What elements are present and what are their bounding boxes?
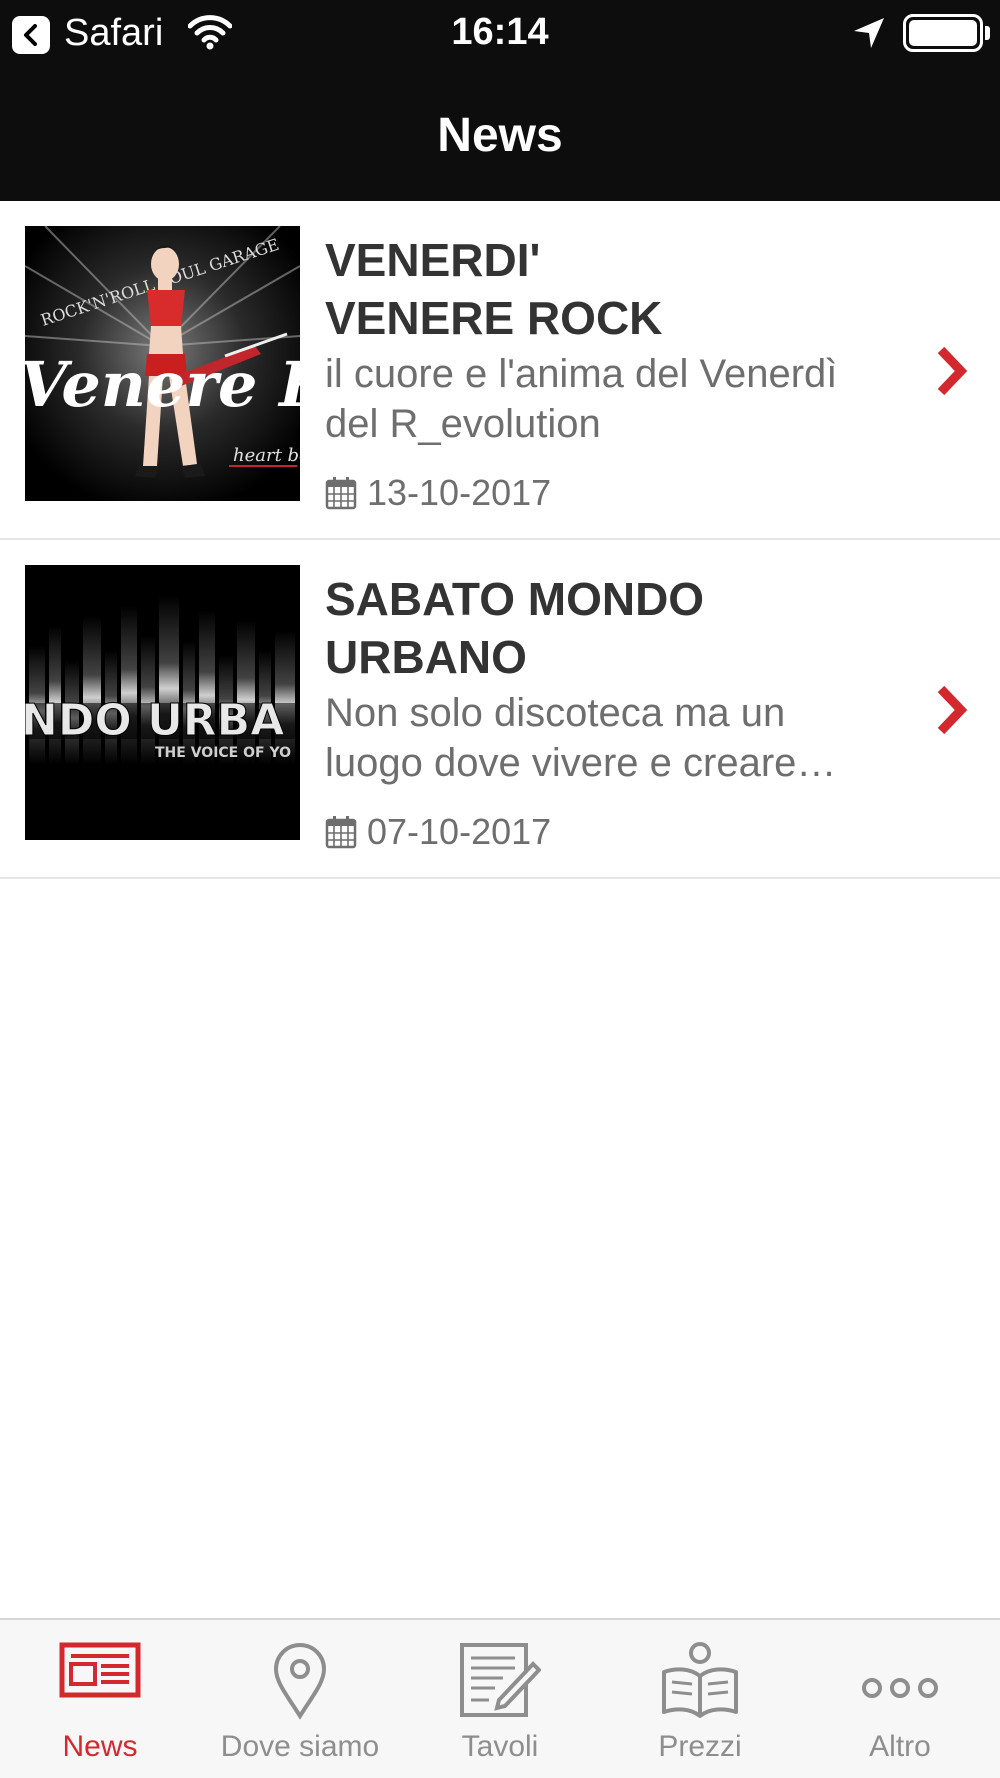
tab-label: Prezzi [658,1730,742,1763]
svg-text:THE VOICE OF YO: THE VOICE OF YO [155,745,291,761]
battery-tip [985,26,990,40]
location-arrow-icon [854,18,884,48]
open-book-icon [662,1642,738,1718]
news-description-line: Non solo discoteca ma un [325,691,786,735]
news-thumbnail: ROCK'N'ROLL SOUL GARAGE Venere Rock hear… [25,226,300,501]
tab-tavoli[interactable]: Tavoli [400,1620,600,1778]
tab-label: Altro [869,1730,931,1763]
news-description: Non solo discoteca ma un luogo dove vive… [325,688,905,788]
tab-bar: News Dove siamo Tavoli Prezzi Altro [0,1618,1000,1778]
news-date: 13-10-2017 [367,472,552,513]
calendar-icon [325,816,357,849]
tab-label: News [62,1730,138,1763]
news-title-line: VENERDI' [325,234,541,286]
news-description-line: del R_evolution [325,402,601,446]
tab-label: Tavoli [461,1730,539,1763]
tab-label: Dove siamo [220,1730,380,1763]
news-title-line: VENERE ROCK [325,292,663,344]
edit-note-icon [460,1643,541,1717]
news-date-row: 07-10-2017 [325,810,551,854]
tab-news[interactable]: News [0,1620,200,1778]
news-item[interactable]: NDO URBA THE VOICE OF YO SABATO MONDO UR… [0,540,1000,879]
page-title: News [437,109,563,162]
news-title-line: URBANO [325,631,527,683]
news-description-line: luogo dove vivere e creare… [325,741,837,785]
svg-text:Venere Rock: Venere Rock [25,348,300,421]
status-bar: Safari 16:14 [0,0,1000,68]
svg-text:NDO URBA: NDO URBA [25,695,284,746]
more-icon [862,1678,938,1698]
tab-prezzi[interactable]: Prezzi [600,1620,800,1778]
chevron-right-icon[interactable] [935,685,967,735]
news-date-row: 13-10-2017 [325,471,551,515]
news-date: 07-10-2017 [367,811,552,852]
news-title-line: SABATO MONDO [325,573,705,625]
news-description: il cuore e l'anima del Venerdì del R_evo… [325,349,905,449]
calendar-icon [325,477,357,510]
news-item[interactable]: ROCK'N'ROLL SOUL GARAGE Venere Rock hear… [0,201,1000,540]
tab-dove-siamo[interactable]: Dove siamo [200,1620,400,1778]
map-pin-icon [273,1643,327,1720]
status-time: 16:14 [451,11,549,53]
news-thumbnail: NDO URBA THE VOICE OF YO [25,565,300,840]
tab-altro[interactable]: Altro [800,1620,1000,1778]
news-title: SABATO MONDO URBANO [325,570,925,686]
news-description-line: il cuore e l'anima del Venerdì [325,352,838,396]
chevron-right-icon[interactable] [935,346,967,396]
top-bar: Safari 16:14 News [0,0,1000,201]
news-list: ROCK'N'ROLL SOUL GARAGE Venere Rock hear… [0,201,1000,879]
battery-icon [903,14,983,52]
svg-text:heart beat: heart beat [233,445,300,466]
newspaper-icon [59,1642,141,1698]
news-title: VENERDI' VENERE ROCK [325,231,925,347]
